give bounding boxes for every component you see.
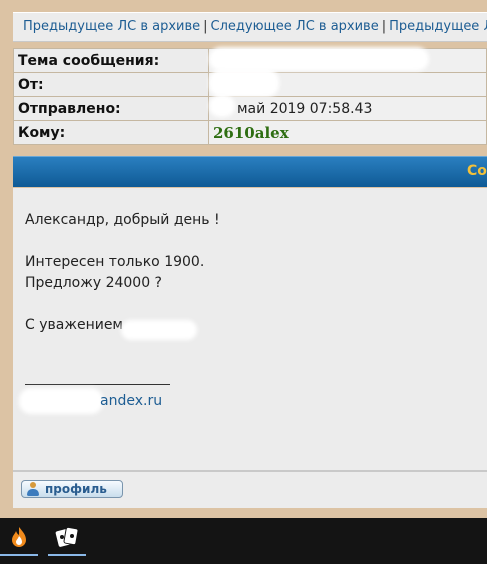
nav-separator: | — [203, 19, 208, 34]
message-line: Предложу 24000 ? — [25, 275, 162, 291]
message-body-panel: Александр, добрый день ! Интересен тольк… — [13, 188, 487, 471]
to-value: 2610alex — [208, 120, 487, 145]
cards-app-icon[interactable] — [48, 518, 86, 556]
redaction-mark — [209, 69, 279, 97]
prev-pm-link[interactable]: Предыдущее ЛС — [389, 19, 487, 34]
nav-separator: | — [381, 19, 387, 34]
signature-email[interactable]: andex.ru — [100, 393, 162, 409]
profile-button[interactable]: профиль — [21, 480, 123, 498]
sent-row: Отправлено: май 2019 07:58.43 — [13, 95, 487, 121]
redaction-mark — [121, 320, 197, 340]
redaction-mark — [209, 95, 235, 117]
message-body: Александр, добрый день ! Интересен тольк… — [25, 210, 220, 336]
message-header-bar: Со — [13, 156, 487, 187]
message-line: Интересен только 1900. — [25, 254, 205, 270]
from-label: От: — [13, 72, 209, 97]
sent-label: Отправлено: — [13, 96, 209, 121]
redaction-mark — [209, 47, 429, 71]
next-archived-pm-link[interactable]: Следующее ЛС в архиве — [211, 19, 379, 34]
subject-label: Тема сообщения: — [13, 48, 209, 73]
taskbar — [0, 518, 487, 564]
sent-value: май 2019 07:58.43 — [208, 95, 487, 121]
message-footer: профиль — [13, 471, 487, 508]
recipient-username[interactable]: 2610alex — [213, 124, 289, 142]
from-value — [208, 69, 487, 97]
prev-archived-pm-link[interactable]: Предыдущее ЛС в архиве — [23, 19, 200, 34]
message-navigation: Предыдущее ЛС в архиве | Следующее ЛС в ар… — [13, 12, 487, 42]
redaction-mark — [19, 388, 103, 414]
sent-date: май 2019 07:58.43 — [237, 100, 373, 117]
signature-divider — [25, 384, 170, 385]
header-title: Со — [467, 163, 487, 179]
user-icon — [26, 482, 40, 496]
message-info-table: Тема сообщения: От: Отправлено: май 2019… — [13, 47, 487, 145]
profile-button-label: профиль — [45, 482, 107, 496]
from-row: От: — [13, 69, 487, 97]
flame-app-icon[interactable] — [0, 518, 38, 556]
to-label: Кому: — [13, 120, 209, 145]
to-row: Кому: 2610alex — [13, 120, 487, 145]
greeting-line: Александр, добрый день ! — [25, 212, 220, 228]
closing-text: С уважением — [25, 317, 123, 333]
page-bottom-strip — [0, 509, 487, 518]
